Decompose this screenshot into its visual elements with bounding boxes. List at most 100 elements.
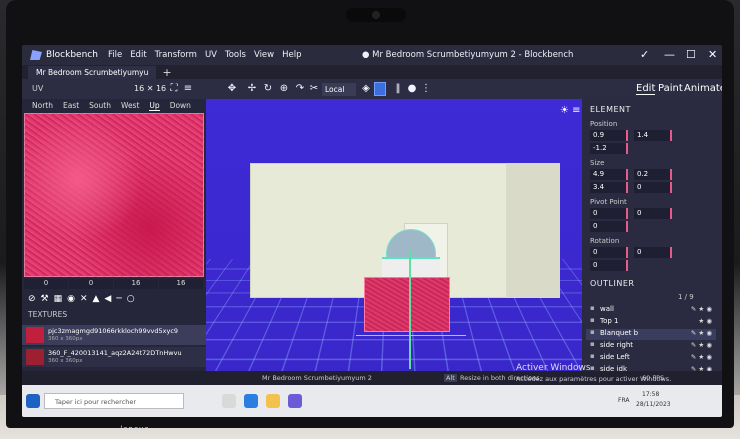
face-tab-north[interactable]: North bbox=[32, 101, 53, 111]
mode-paint[interactable]: Paint bbox=[658, 83, 683, 94]
texture-item[interactable]: 360_F_420013141_aqz2A24t72DTnHwvu 360 x … bbox=[22, 347, 206, 367]
texture-name: pjc3zmagmgd91066rkkloch99vvd5xyc9 bbox=[48, 327, 179, 335]
menu-edit[interactable]: Edit bbox=[130, 50, 146, 60]
uv-coord-x2[interactable]: 16 bbox=[114, 279, 158, 289]
menu-lines-icon[interactable]: ≡ bbox=[182, 83, 194, 95]
pause-icon[interactable]: ‖ bbox=[392, 83, 404, 95]
clock-time[interactable]: 17:58 bbox=[642, 391, 659, 398]
resize-tool-icon[interactable]: ✢ bbox=[246, 83, 258, 95]
face-tab-down[interactable]: Down bbox=[170, 101, 191, 111]
menu-view[interactable]: View bbox=[254, 50, 274, 60]
bed-blanket-model[interactable] bbox=[364, 277, 450, 332]
check-icon[interactable]: ✓ bbox=[640, 48, 649, 61]
close-button[interactable]: ✕ bbox=[708, 48, 717, 61]
outliner-item[interactable]: wall✎ ★ ◉ bbox=[586, 304, 716, 316]
tab-project[interactable]: Mr Bedroom Scrumbetiyumyu bbox=[28, 65, 157, 79]
size-label: Size bbox=[590, 159, 605, 167]
uv-tool-icons[interactable]: ⊘⚒▦◉✕▲◀─○ bbox=[28, 294, 140, 304]
outliner-item[interactable]: side right✎ ★ ◉ bbox=[586, 340, 716, 352]
face-tab-up[interactable]: Up bbox=[149, 101, 160, 111]
rotation-y-field[interactable]: 0 bbox=[634, 247, 672, 258]
pivot-x-field[interactable]: 0 bbox=[590, 208, 628, 219]
activate-windows-title: Activer Windows bbox=[516, 363, 591, 373]
task-view-icon[interactable] bbox=[222, 394, 236, 408]
side-wall-model[interactable] bbox=[506, 163, 560, 298]
position-y-field[interactable]: 1.4 bbox=[634, 130, 672, 141]
toggle-mirror-button[interactable] bbox=[374, 82, 386, 96]
add-tab-icon[interactable]: + bbox=[162, 66, 171, 79]
face-tabs: North East South West Up Down bbox=[22, 99, 206, 111]
element-panel: ELEMENT Position 0.9 1.4 -1.2 Size 4.9 0… bbox=[582, 99, 722, 389]
uv-texture-canvas[interactable] bbox=[24, 113, 204, 277]
face-tab-south[interactable]: South bbox=[89, 101, 111, 111]
magnet-icon[interactable]: ◈ bbox=[360, 83, 372, 95]
transform-space-select[interactable]: Local bbox=[322, 83, 356, 96]
minimize-button[interactable]: — bbox=[664, 48, 675, 61]
pivot-label: Pivot Point bbox=[590, 198, 627, 206]
headboard-model[interactable] bbox=[382, 257, 440, 277]
maximize-button[interactable]: ☐ bbox=[686, 48, 696, 61]
edge-icon[interactable] bbox=[244, 394, 258, 408]
project-tabs: Mr Bedroom Scrumbetiyumyu + bbox=[22, 65, 722, 79]
menu-uv[interactable]: UV bbox=[205, 50, 217, 60]
activate-windows-subtitle: Accédez aux paramètres pour activer Wind… bbox=[516, 375, 672, 383]
vertex-snap-icon[interactable]: ↷ bbox=[294, 83, 306, 95]
menu-file[interactable]: File bbox=[108, 50, 122, 60]
inflate-field[interactable]: 0 bbox=[634, 182, 672, 193]
uv-coord-y1[interactable]: 0 bbox=[69, 279, 113, 289]
viewport-options-icons[interactable]: ☀ ≡ bbox=[560, 105, 581, 116]
outliner-title: OUTLINER bbox=[590, 279, 635, 288]
position-x-field[interactable]: 0.9 bbox=[590, 130, 628, 141]
move-gizmo-y-axis[interactable] bbox=[409, 249, 411, 369]
uv-coord-y2[interactable]: 16 bbox=[159, 279, 203, 289]
file-explorer-icon[interactable] bbox=[266, 394, 280, 408]
fullscreen-icon[interactable]: ⛶ bbox=[168, 83, 180, 95]
pivot-z-field[interactable]: 0 bbox=[590, 221, 628, 232]
rotate-tool-icon[interactable]: ↻ bbox=[262, 83, 274, 95]
more-icon[interactable]: ⋮ bbox=[420, 83, 432, 95]
texture-thumbnail bbox=[26, 327, 44, 343]
mode-edit[interactable]: Edit bbox=[636, 83, 656, 95]
texture-meta: 360 x 360px bbox=[48, 336, 83, 342]
window-title: ● Mr Bedroom Scrumbetiyumyum 2 - Blockbe… bbox=[362, 50, 574, 60]
move-tool-icon[interactable]: ✥ bbox=[226, 83, 238, 95]
outliner-item-selected[interactable]: Blanquet b✎ ★ ◉ bbox=[586, 328, 716, 340]
app-name: Blockbench bbox=[46, 50, 98, 60]
3d-viewport[interactable]: ☀ ≡ bbox=[206, 99, 582, 389]
scissors-icon[interactable]: ✂ bbox=[308, 83, 320, 95]
windows-start-icon[interactable] bbox=[26, 394, 40, 408]
rotation-z-field[interactable]: 0 bbox=[590, 260, 628, 271]
clock-date[interactable]: 28/11/2023 bbox=[636, 401, 671, 408]
position-label: Position bbox=[590, 120, 618, 128]
mode-animate[interactable]: Animate bbox=[684, 83, 722, 94]
texture-item[interactable]: pjc3zmagmgd91066rkkloch99vvd5xyc9 360 x … bbox=[22, 325, 206, 345]
menu-tools[interactable]: Tools bbox=[225, 50, 246, 60]
face-tab-west[interactable]: West bbox=[121, 101, 139, 111]
webcam bbox=[346, 8, 406, 22]
pivot-y-field[interactable]: 0 bbox=[634, 208, 672, 219]
language-indicator[interactable]: FRA bbox=[618, 397, 629, 404]
uv-panel: North East South West Up Down 0 0 16 16 … bbox=[22, 99, 206, 389]
size-y-field[interactable]: 0.2 bbox=[634, 169, 672, 180]
face-tab-east[interactable]: East bbox=[63, 101, 79, 111]
uv-size[interactable]: 16 ✕ 16 bbox=[134, 84, 166, 93]
status-file: Mr Bedroom Scrumbetiyumyum 2 bbox=[262, 374, 372, 382]
outliner-item[interactable]: Top 1★ ◉ bbox=[586, 316, 716, 328]
texture-meta: 360 x 360px bbox=[48, 358, 83, 364]
dot-icon[interactable]: ● bbox=[406, 83, 418, 95]
rotation-x-field[interactable]: 0 bbox=[590, 247, 628, 258]
blockbench-taskbar-icon[interactable] bbox=[288, 394, 302, 408]
taskbar-search-input[interactable]: Taper ici pour rechercher bbox=[44, 393, 184, 409]
position-z-field[interactable]: -1.2 bbox=[590, 143, 628, 154]
size-x-field[interactable]: 4.9 bbox=[590, 169, 628, 180]
move-gizmo-x-axis[interactable] bbox=[356, 335, 466, 336]
menu-transform[interactable]: Transform bbox=[155, 50, 197, 60]
size-z-field[interactable]: 3.4 bbox=[590, 182, 628, 193]
menu-help[interactable]: Help bbox=[282, 50, 301, 60]
windows-taskbar: Taper ici pour rechercher FRA 17:58 28/1… bbox=[22, 385, 722, 417]
laptop-brand: lenovo bbox=[120, 425, 150, 433]
uv-coord-x1[interactable]: 0 bbox=[24, 279, 68, 289]
pivot-tool-icon[interactable]: ⊕ bbox=[278, 83, 290, 95]
blockbench-logo-icon bbox=[30, 50, 42, 60]
outliner-item[interactable]: side Left✎ ★ ◉ bbox=[586, 352, 716, 364]
